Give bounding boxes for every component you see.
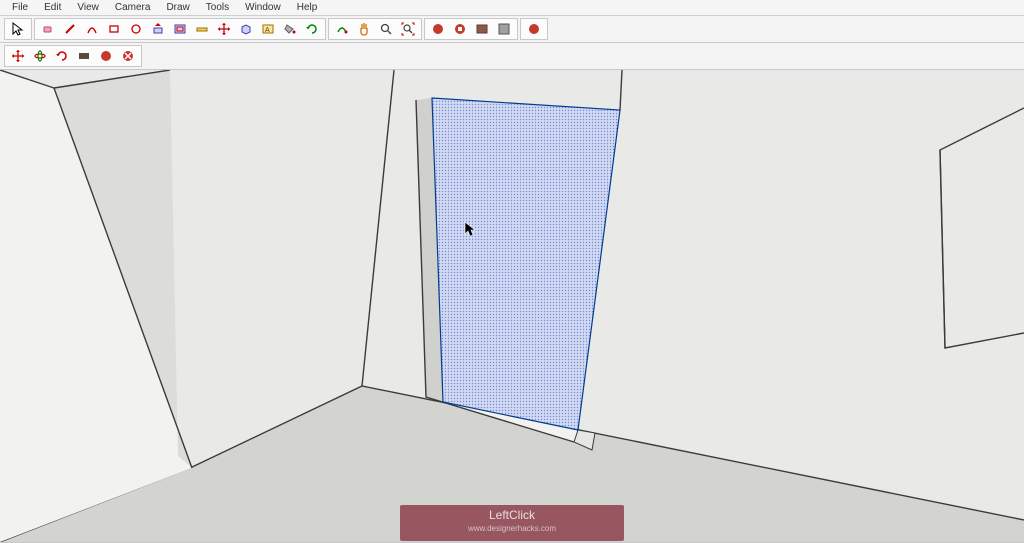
follow-me-icon[interactable] [332, 19, 352, 39]
select-arrow-icon[interactable] [8, 19, 28, 39]
shape-3d-icon[interactable] [236, 19, 256, 39]
zoom-icon[interactable] [376, 19, 396, 39]
vray-stop-icon[interactable] [524, 19, 544, 39]
vray-save-icon[interactable] [494, 19, 514, 39]
menu-tools[interactable]: Tools [198, 1, 237, 14]
popup-subtitle: www.designerhacks.com [400, 524, 624, 534]
pan-icon[interactable] [354, 19, 374, 39]
zoom-extents-icon[interactable] [398, 19, 418, 39]
menu-bar: File Edit View Camera Draw Tools Window … [0, 0, 1024, 16]
svg-text:A: A [265, 27, 270, 34]
menu-help[interactable]: Help [289, 1, 326, 14]
tape-measure-icon[interactable] [192, 19, 212, 39]
line-icon[interactable] [60, 19, 80, 39]
main-toolbar-row1: A [0, 16, 1024, 43]
push-pull-icon[interactable] [148, 19, 168, 39]
vray-settings-icon[interactable] [428, 19, 448, 39]
viewport-3d[interactable]: LeftClick www.designerhacks.com [0, 70, 1024, 542]
vray-rt-stop-icon[interactable] [118, 46, 138, 66]
vray-logo-icon[interactable] [74, 46, 94, 66]
menu-edit[interactable]: Edit [36, 1, 69, 14]
menu-window[interactable]: Window [237, 1, 289, 14]
orbit-red-icon[interactable] [30, 46, 50, 66]
vray-rt-render-icon[interactable] [96, 46, 116, 66]
vray-frame-icon[interactable] [472, 19, 492, 39]
main-toolbar-row2 [0, 43, 1024, 70]
menu-view[interactable]: View [69, 1, 107, 14]
rectangle-icon[interactable] [104, 19, 124, 39]
text-icon[interactable]: A [258, 19, 278, 39]
selected-face[interactable] [432, 98, 620, 430]
move-icon[interactable] [214, 19, 234, 39]
event-popup: LeftClick www.designerhacks.com [400, 505, 624, 541]
menu-file[interactable]: File [4, 1, 36, 14]
rotate-icon[interactable] [302, 19, 322, 39]
popup-title: LeftClick [400, 508, 624, 522]
menu-draw[interactable]: Draw [158, 1, 197, 14]
arc-icon[interactable] [82, 19, 102, 39]
offset-icon[interactable] [170, 19, 190, 39]
move-red-icon[interactable] [8, 46, 28, 66]
circle-icon[interactable] [126, 19, 146, 39]
paint-bucket-icon[interactable] [280, 19, 300, 39]
rotate-red-icon[interactable] [52, 46, 72, 66]
vray-render-icon[interactable] [450, 19, 470, 39]
menu-camera[interactable]: Camera [107, 1, 159, 14]
eraser-icon[interactable] [38, 19, 58, 39]
